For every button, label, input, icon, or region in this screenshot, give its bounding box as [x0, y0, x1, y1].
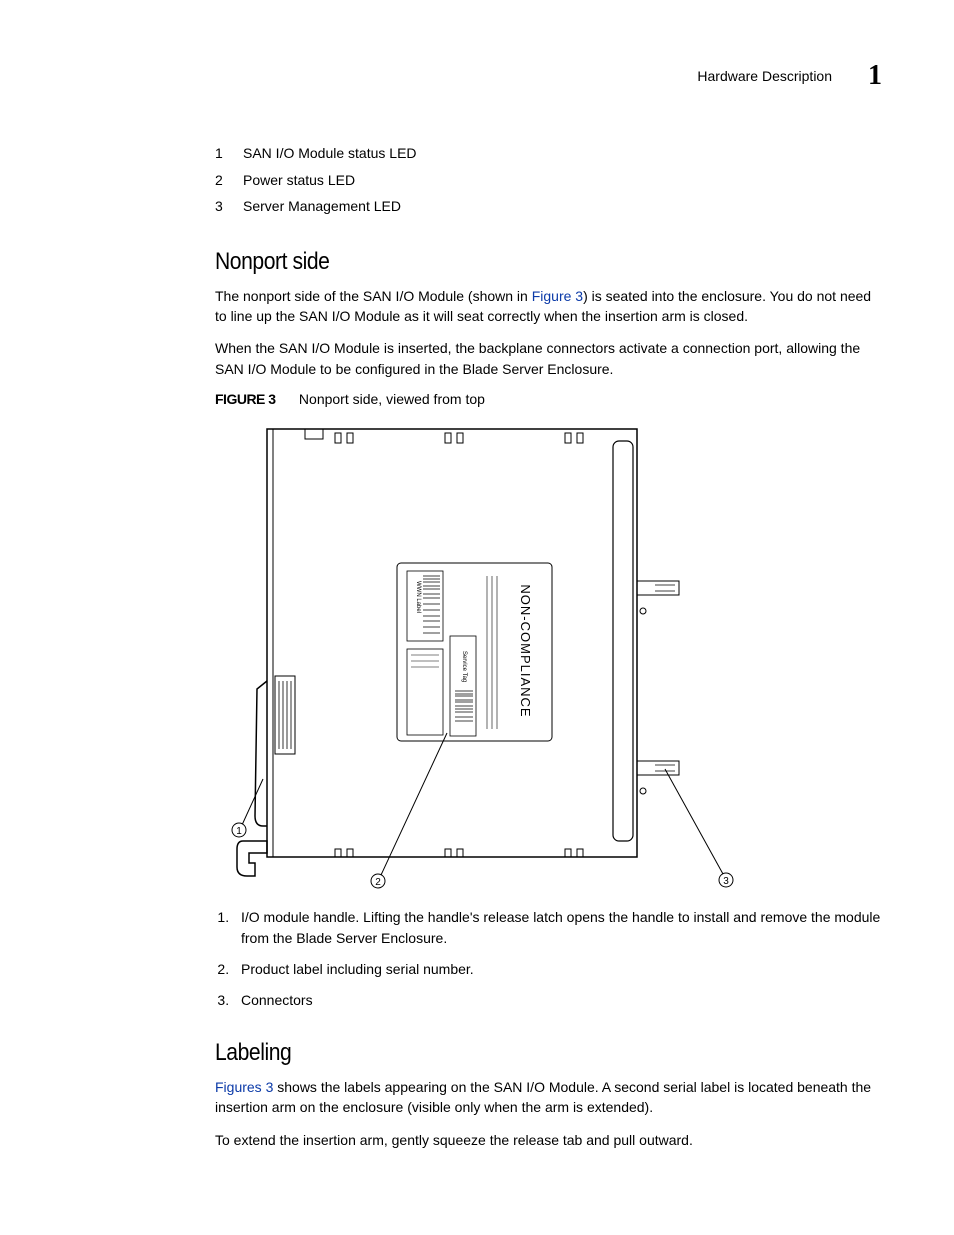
text-run: The nonport side of the SAN I/O Module (… [215, 288, 532, 304]
module-diagram-svg: NON-COMPLIANCE Service Tag [225, 421, 735, 889]
callout-item: I/O module handle. Lifting the handle's … [233, 907, 882, 949]
document-page: Hardware Description 1 1 SAN I/O Module … [0, 0, 954, 1235]
page-header: Hardware Description 1 [215, 60, 882, 92]
list-number: 2 [215, 167, 225, 194]
figure-caption-text: Nonport side, viewed from top [299, 391, 485, 407]
figure-caption: FIGURE 3 Nonport side, viewed from top [215, 391, 882, 407]
list-item: 3 Server Management LED [215, 193, 882, 220]
callout-list: I/O module handle. Lifting the handle's … [215, 907, 882, 1011]
svg-text:Service Tag: Service Tag [461, 651, 467, 682]
figure-label: FIGURE 3 [215, 391, 276, 407]
list-text: Power status LED [243, 167, 355, 194]
paragraph: When the SAN I/O Module is inserted, the… [215, 338, 882, 379]
svg-text:2: 2 [375, 877, 381, 888]
list-item: 1 SAN I/O Module status LED [215, 140, 882, 167]
section-heading-nonport: Nonport side [215, 248, 802, 276]
list-text: SAN I/O Module status LED [243, 140, 417, 167]
list-text: Server Management LED [243, 193, 401, 220]
figure-link[interactable]: Figure 3 [532, 288, 583, 304]
section-heading-labeling: Labeling [215, 1039, 802, 1067]
text-run: shows the labels appearing on the SAN I/… [215, 1079, 871, 1115]
callout-item: Product label including serial number. [233, 959, 882, 980]
callout-item: Connectors [233, 990, 882, 1011]
figure-3-diagram: NON-COMPLIANCE Service Tag [225, 421, 735, 889]
svg-text:WWN Label: WWN Label [415, 581, 421, 613]
paragraph: To extend the insertion arm, gently sque… [215, 1130, 882, 1150]
svg-text:1: 1 [236, 826, 242, 837]
list-number: 3 [215, 193, 225, 220]
paragraph: The nonport side of the SAN I/O Module (… [215, 286, 882, 327]
list-item: 2 Power status LED [215, 167, 882, 194]
figure-link[interactable]: Figures 3 [215, 1079, 273, 1095]
svg-text:3: 3 [723, 876, 729, 887]
paragraph: Figures 3 shows the labels appearing on … [215, 1077, 882, 1118]
header-title: Hardware Description [697, 68, 832, 84]
chapter-number: 1 [868, 60, 882, 92]
list-number: 1 [215, 140, 225, 167]
led-list: 1 SAN I/O Module status LED 2 Power stat… [215, 140, 882, 220]
svg-text:NON-COMPLIANCE: NON-COMPLIANCE [518, 584, 533, 717]
